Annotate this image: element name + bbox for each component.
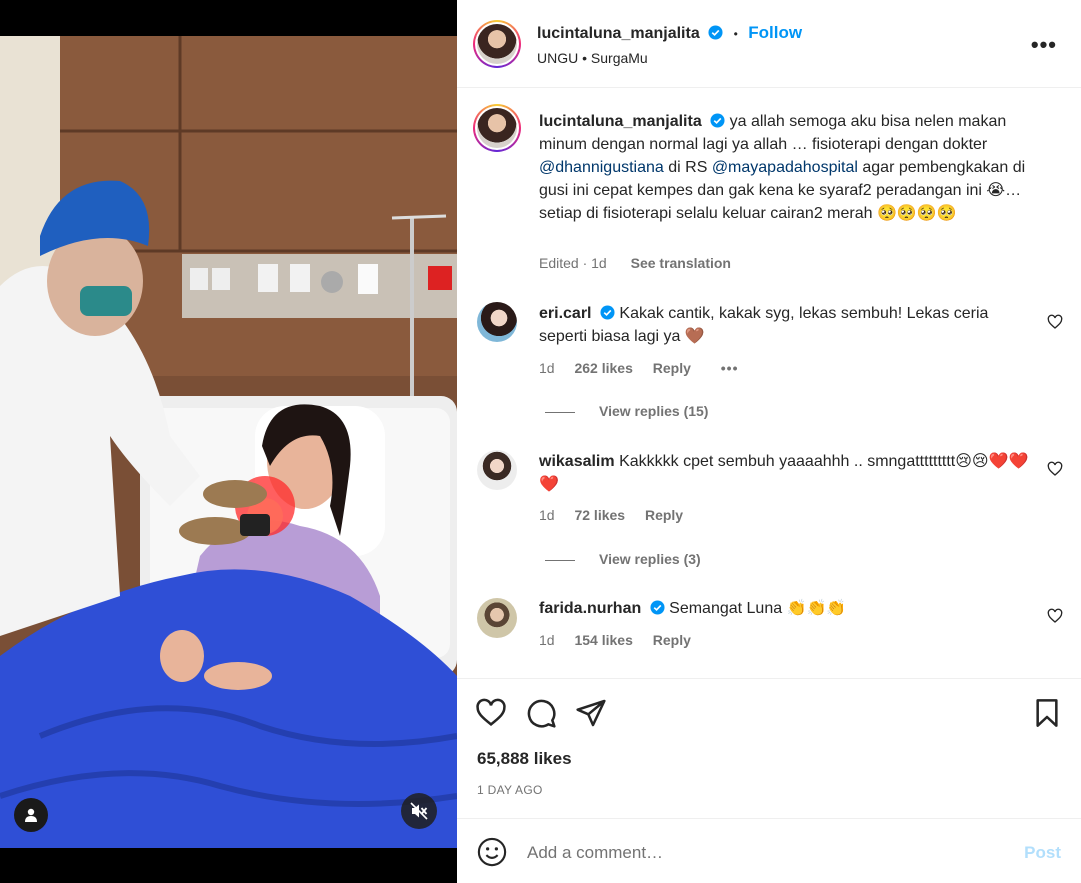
view-replies-label: View replies (15) — [599, 403, 709, 419]
more-options-label: ••• — [1030, 32, 1057, 57]
author-username[interactable]: lucintaluna_manjalita — [537, 25, 700, 42]
verified-badge-icon — [708, 25, 723, 40]
commenter-avatar[interactable] — [477, 598, 517, 638]
see-translation-button[interactable]: See translation — [631, 255, 731, 271]
caption-body-2: di RS — [668, 159, 708, 176]
mention-link-hospital[interactable]: @mayapadahospital — [712, 159, 858, 176]
comment-meta: 1d 72 likes Reply — [539, 507, 683, 523]
comment-like-heart-icon[interactable] — [1047, 608, 1063, 624]
comment-username[interactable]: eri.carl — [539, 305, 591, 322]
comment-username[interactable]: wikasalim — [539, 453, 615, 470]
instagram-post-modal: lucintaluna_manjalita • Follow UNGU • Su… — [0, 0, 1081, 883]
comment-like-heart-icon[interactable] — [1047, 314, 1063, 330]
comment-time: 1d — [539, 360, 555, 376]
comment-time: 1d — [539, 632, 555, 648]
comment-input[interactable]: Add a comment… — [527, 843, 663, 863]
like-count[interactable]: 65,888 likes — [477, 749, 572, 769]
view-replies-button[interactable]: View replies (15) — [545, 403, 708, 419]
reply-button[interactable]: Reply — [653, 360, 691, 376]
comment-text: wikasalim Kakkkkk cpet sembuh yaaaahhh .… — [539, 450, 1039, 496]
post-timestamp: 1 DAY AGO — [477, 783, 543, 797]
header-separator: • — [733, 27, 738, 41]
caption-edited: Edited · 1d — [539, 255, 607, 271]
post-video[interactable] — [0, 36, 457, 848]
post-header: lucintaluna_manjalita • Follow UNGU • Su… — [457, 0, 1081, 88]
send-icon[interactable] — [575, 697, 607, 729]
comment-time: 1d — [539, 507, 555, 523]
bookmark-icon[interactable] — [1031, 697, 1063, 729]
comment-text: farida.nurhan Semangat Luna 👏👏👏 — [539, 597, 1039, 620]
caption-text: lucintaluna_manjalita ya allah semoga ak… — [539, 110, 1039, 225]
comment-more-button[interactable]: ••• — [721, 360, 739, 376]
reply-button[interactable]: Reply — [645, 507, 683, 523]
post-actions: 65,888 likes 1 DAY AGO — [457, 678, 1081, 818]
verified-badge-icon — [710, 113, 725, 128]
heart-icon[interactable] — [475, 697, 507, 729]
post-comment-button[interactable]: Post — [1024, 843, 1061, 863]
comment-icon[interactable] — [525, 697, 557, 729]
comments-list[interactable]: lucintaluna_manjalita ya allah semoga ak… — [457, 88, 1081, 678]
video-frame-illustration — [0, 36, 457, 848]
speaker-muted-icon — [410, 802, 428, 820]
post-details-panel: lucintaluna_manjalita • Follow UNGU • Su… — [457, 0, 1081, 883]
view-replies-button[interactable]: View replies (3) — [545, 551, 701, 567]
audio-track-link[interactable]: UNGU • SurgaMu — [537, 50, 648, 66]
comment-composer: Add a comment… Post — [457, 818, 1081, 883]
comment-username[interactable]: farida.nurhan — [539, 600, 641, 617]
comment-likes[interactable]: 154 likes — [574, 632, 632, 648]
comment-body: Semangat Luna 👏👏👏 — [669, 600, 847, 617]
verified-badge-icon — [600, 305, 615, 320]
comment-text: eri.carl Kakak cantik, kakak syg, lekas … — [539, 302, 1039, 348]
comment-likes[interactable]: 262 likes — [574, 360, 632, 376]
tagged-users-button[interactable] — [14, 798, 48, 832]
caption-author-avatar[interactable] — [473, 104, 521, 152]
verified-badge-icon — [650, 600, 665, 615]
caption-meta: Edited · 1d See translation — [539, 255, 731, 271]
user-icon — [25, 808, 37, 822]
reply-button[interactable]: Reply — [653, 632, 691, 648]
comment-like-heart-icon[interactable] — [1047, 461, 1063, 477]
commenter-avatar[interactable] — [477, 450, 517, 490]
mute-toggle-button[interactable] — [401, 793, 437, 829]
follow-button[interactable]: Follow — [748, 23, 802, 42]
more-options-button[interactable]: ••• — [1031, 32, 1057, 58]
author-avatar[interactable] — [473, 20, 521, 68]
comment-meta: 1d 154 likes Reply — [539, 632, 691, 648]
comment-meta: 1d 262 likes Reply ••• — [539, 360, 738, 376]
caption-username[interactable]: lucintaluna_manjalita — [539, 113, 702, 130]
mention-link-doctor[interactable]: @dhannigustiana — [539, 159, 664, 176]
comment-likes[interactable]: 72 likes — [574, 507, 625, 523]
view-replies-label: View replies (3) — [599, 551, 701, 567]
emoji-icon[interactable] — [477, 837, 507, 867]
media-panel — [0, 0, 457, 883]
commenter-avatar[interactable] — [477, 302, 517, 342]
